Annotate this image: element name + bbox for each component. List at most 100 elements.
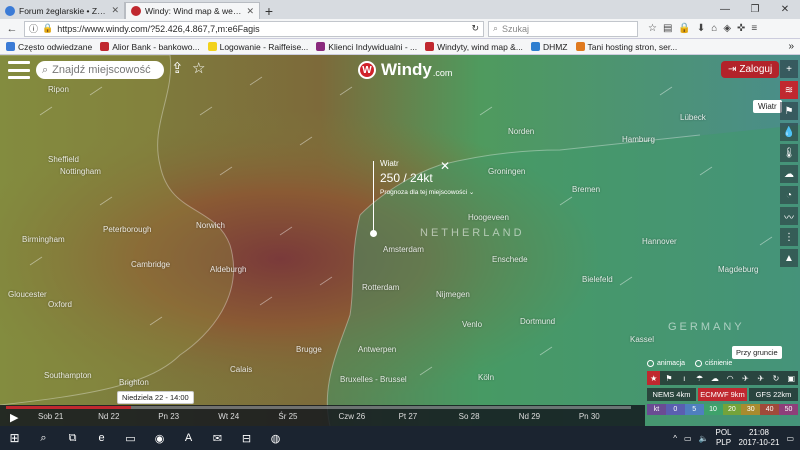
rain-icon[interactable]: ☂: [693, 371, 706, 385]
notification-icon[interactable]: ▭: [786, 434, 794, 443]
model-gfs-button[interactable]: GFS 22km: [749, 388, 798, 401]
popup-location-dot[interactable]: [370, 230, 377, 237]
extension-icon[interactable]: ✜: [737, 23, 745, 34]
timeline-day[interactable]: Czw 26: [338, 412, 398, 421]
model-nems-button[interactable]: NEMS 4km: [647, 388, 696, 401]
gust-overlay-icon[interactable]: ⚑: [780, 102, 798, 120]
plane-icon[interactable]: ✈: [739, 371, 752, 385]
minimize-icon[interactable]: —: [710, 0, 740, 19]
tray-arrow-icon[interactable]: ^: [673, 434, 677, 443]
bookmark-item[interactable]: Alior Bank - bankowo...: [100, 42, 200, 52]
login-button[interactable]: ⇥ Zaloguj: [721, 61, 780, 78]
chrome-icon[interactable]: ◉: [145, 426, 174, 450]
app-a-icon[interactable]: A: [174, 426, 203, 450]
reload-icon[interactable]: ↻: [471, 23, 479, 34]
timeline-day[interactable]: Nd 29: [519, 412, 579, 421]
windows-start-icon[interactable]: ⊞: [0, 426, 29, 450]
timeline-day[interactable]: Śr 25: [278, 412, 338, 421]
firefox-icon[interactable]: ◍: [261, 426, 290, 450]
timeline-day[interactable]: Pn 23: [158, 412, 218, 421]
menu-icon[interactable]: ≡: [751, 23, 757, 34]
model-ecmwf-button[interactable]: ECMWF 9km: [698, 388, 747, 401]
timeline[interactable]: ▶ Sob 21 Nd 22 Pn 23 Wt 24 Śr 25 Czw 26 Pt 27 S…: [0, 405, 645, 426]
waves-overlay-icon[interactable]: 〰: [780, 207, 798, 225]
search-icon[interactable]: ⌕: [29, 426, 58, 450]
timeline-day[interactable]: So 28: [459, 412, 519, 421]
task-view-icon[interactable]: ⧉: [58, 426, 87, 450]
bookmark-item[interactable]: Często odwiedzane: [6, 42, 92, 52]
clouds-overlay-icon[interactable]: ☁: [780, 165, 798, 183]
wind-map[interactable]: Sheffield Nottingham Birmingham Peterboroug…: [0, 55, 800, 426]
more-bookmarks-icon[interactable]: »: [788, 41, 794, 52]
favorite-layer-icon[interactable]: ★: [647, 371, 661, 385]
timeline-day[interactable]: Pt 27: [399, 412, 459, 421]
city-label: Groningen: [488, 167, 526, 176]
bookmark-star-icon[interactable]: ☆: [648, 23, 657, 34]
location-search-input[interactable]: ⌕ Znajdź miejscowość: [36, 61, 164, 79]
hamburger-menu-icon[interactable]: [8, 61, 30, 79]
bookmark-item[interactable]: Logowanie - Raiffeise...: [207, 42, 308, 52]
favorite-star-icon[interactable]: ☆: [192, 61, 205, 77]
thermometer-icon[interactable]: ı: [678, 371, 691, 385]
edge-icon[interactable]: e: [87, 426, 116, 450]
isolines-toggle[interactable]: ciśnienie: [695, 360, 732, 367]
pocket-icon[interactable]: ◈: [723, 23, 731, 34]
store-icon[interactable]: ⊟: [232, 426, 261, 450]
wind-overlay-icon[interactable]: ≋: [780, 81, 798, 99]
url-bar[interactable]: ⓘ 🔒 https://www.windy.com/?52.426,4.867,…: [24, 20, 484, 37]
windy-logo[interactable]: W Windy .com: [358, 60, 452, 80]
city-label: Hannover: [642, 237, 677, 246]
ground-level-icon[interactable]: ▲: [780, 249, 798, 267]
restore-icon[interactable]: ❐: [740, 0, 770, 19]
network-icon[interactable]: ▭: [684, 434, 692, 443]
volume-icon[interactable]: 🔈: [699, 434, 709, 443]
reading-list-icon[interactable]: ▤: [663, 23, 672, 34]
flag-icon[interactable]: ⚑: [662, 371, 675, 385]
temperature-overlay-icon[interactable]: 🌡: [780, 144, 798, 162]
cloud-icon[interactable]: ☁: [708, 371, 721, 385]
timeline-day[interactable]: Wt 24: [218, 412, 278, 421]
timeline-day[interactable]: Nd 22: [98, 412, 158, 421]
city-label: Bremen: [572, 185, 601, 194]
timeline-track[interactable]: [6, 406, 631, 409]
city-label: Lübeck: [680, 113, 706, 122]
tab-forum[interactable]: Forum żeglarskie • Zobacz wątek ✕: [0, 2, 125, 19]
close-window-icon[interactable]: ✕: [770, 0, 800, 19]
clock[interactable]: 21:08 2017-10-21: [739, 428, 780, 448]
bookmark-item[interactable]: DHMZ: [530, 42, 568, 52]
wind-icon[interactable]: ↻: [769, 371, 782, 385]
url-text[interactable]: https://www.windy.com/?52.426,4.867,7,m:…: [57, 24, 467, 34]
bookmark-label: Tani hosting stron, ser...: [587, 41, 678, 52]
rain-overlay-icon[interactable]: 💧: [780, 123, 798, 141]
bookmark-item[interactable]: Windyty, wind map &...: [425, 42, 523, 52]
share-icon[interactable]: ⇪: [171, 61, 184, 77]
popup-forecast-link[interactable]: Prognoza dla tej miejscowości ⌄: [380, 188, 474, 196]
home-icon[interactable]: ⌂: [711, 23, 717, 34]
more-layers-icon[interactable]: ⋮: [780, 228, 798, 246]
play-icon[interactable]: ▶: [10, 411, 18, 424]
altitude-label[interactable]: Przy gruncie: [732, 346, 782, 359]
popup-close-icon[interactable]: ✕: [440, 159, 450, 173]
animation-toggle[interactable]: animacja: [647, 360, 685, 367]
bookmark-item[interactable]: Tani hosting stron, ser...: [575, 41, 678, 52]
pressure-overlay-icon[interactable]: ◔: [780, 186, 798, 204]
bookmark-item[interactable]: Klienci Indywidualni - ...: [316, 42, 417, 52]
lock-toolbar-icon[interactable]: 🔒: [678, 23, 690, 34]
file-explorer-icon[interactable]: ▭: [116, 426, 145, 450]
plane2-icon[interactable]: ✈: [754, 371, 767, 385]
new-tab-button[interactable]: +: [260, 2, 278, 19]
back-icon[interactable]: ←: [4, 21, 20, 37]
info-icon[interactable]: ⓘ: [29, 22, 38, 35]
timeline-day[interactable]: Pn 30: [579, 412, 639, 421]
camera-icon[interactable]: ▣: [785, 371, 798, 385]
wave-icon[interactable]: ◠: [723, 371, 736, 385]
zoom-in-icon[interactable]: +: [780, 60, 798, 78]
tab-windy[interactable]: Windy: Wind map & weather ✕: [125, 2, 260, 19]
timeline-day[interactable]: Sob 21: [38, 412, 98, 421]
thunderbird-icon[interactable]: ✉: [203, 426, 232, 450]
close-tab-icon[interactable]: ✕: [246, 6, 254, 17]
download-icon[interactable]: ⬇: [697, 23, 705, 34]
close-tab-icon[interactable]: ✕: [111, 5, 119, 16]
language-indicator[interactable]: POL PLP: [716, 428, 732, 448]
browser-search-input[interactable]: ⌕ Szukaj: [488, 20, 638, 37]
